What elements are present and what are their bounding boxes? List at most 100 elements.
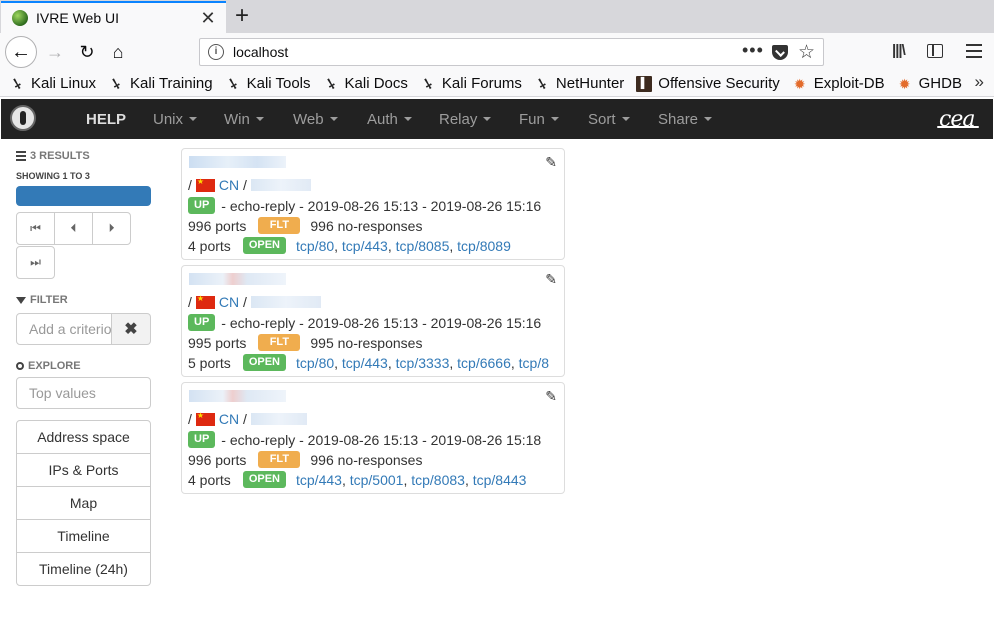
bookmark-label: Offensive Security <box>658 75 780 92</box>
port-link[interactable]: tcp/8083 <box>411 472 465 488</box>
bookmark-kali-training[interactable]: ⸸ Kali Training <box>99 72 216 96</box>
filter-row: Add a criterion ✖ <box>16 313 151 345</box>
bookmarks-toolbar: ⸸ Kali Linux ⸸ Kali Training ⸸ Kali Tool… <box>0 71 994 97</box>
address-space-button[interactable]: Address space <box>16 420 151 454</box>
port-link[interactable]: tcp/80 <box>296 355 334 371</box>
port-link[interactable]: tcp/80 <box>296 238 334 254</box>
ips-ports-button[interactable]: IPs & Ports <box>16 453 151 487</box>
pencil-icon[interactable]: ✎ <box>545 388 557 405</box>
status-badge[interactable]: UP <box>188 197 216 214</box>
home-button[interactable]: ⌂ <box>103 37 133 67</box>
kali-dragon-icon: ⸸ <box>10 74 24 93</box>
bookmark-star-icon[interactable]: ☆ <box>798 41 815 64</box>
bookmark-label: NetHunter <box>555 75 625 92</box>
bookmark-kali-linux[interactable]: ⸸ Kali Linux <box>0 72 99 96</box>
menu-web[interactable]: Web <box>293 99 338 139</box>
pencil-icon[interactable]: ✎ <box>545 154 557 171</box>
status-badge[interactable]: UP <box>188 314 216 331</box>
pocket-icon[interactable] <box>772 45 788 60</box>
port-link[interactable]: tcp/6666 <box>457 355 511 371</box>
caret-down-icon <box>329 117 338 121</box>
browser-window: IVRE Web UI ✕ + ← → ↻ ⌂ i localhost ••• … <box>0 0 994 619</box>
kali-dragon-icon: ⸸ <box>323 74 338 93</box>
caret-down-icon <box>550 117 559 121</box>
showing-range: SHOWING 1 TO 3 <box>16 171 90 181</box>
skip-backward-icon: ⏮ <box>30 221 41 235</box>
clear-filter-button[interactable]: ✖ <box>112 313 151 345</box>
help-link[interactable]: HELP <box>86 99 126 139</box>
menu-unix[interactable]: Unix <box>153 99 198 139</box>
search-icon <box>16 362 24 370</box>
timeline-button[interactable]: Timeline <box>16 519 151 553</box>
forward-button[interactable]: → <box>40 37 70 67</box>
open-badge[interactable]: OPEN <box>242 471 286 488</box>
location-line: /CN / <box>188 411 307 427</box>
bookmark-kali-tools[interactable]: ⸸ Kali Tools <box>216 72 314 96</box>
last-page-button[interactable]: ⏭ <box>16 246 55 279</box>
filter-icon <box>16 296 26 304</box>
page-actions-icon[interactable]: ••• <box>742 40 764 61</box>
port-link[interactable]: tcp/5001 <box>350 472 404 488</box>
next-page-button[interactable]: ⏵ <box>92 212 131 245</box>
top-values-input[interactable]: Top values <box>16 377 151 409</box>
library-icon[interactable]: |||\ <box>892 42 906 59</box>
info-icon[interactable]: i <box>208 44 224 60</box>
bookmark-kali-forums[interactable]: ⸸ Kali Forums <box>411 72 525 96</box>
new-tab-button[interactable]: + <box>231 3 253 29</box>
filtered-badge[interactable]: FLT <box>258 451 301 468</box>
step-backward-icon: ⏴ <box>70 221 77 235</box>
explore-heading: EXPLORE <box>16 360 151 372</box>
chevron-double-right-icon[interactable]: » <box>975 72 984 92</box>
caret-down-icon <box>403 117 412 121</box>
close-tab-icon[interactable]: ✕ <box>198 8 218 29</box>
open-badge[interactable]: OPEN <box>242 354 286 371</box>
bookmark-exploit-db[interactable]: ✹ Exploit-DB <box>783 72 888 96</box>
map-button[interactable]: Map <box>16 486 151 520</box>
port-link[interactable]: tcp/443 <box>342 238 388 254</box>
status-badge[interactable]: UP <box>188 431 216 448</box>
pencil-icon[interactable]: ✎ <box>545 271 557 288</box>
menu-share[interactable]: Share <box>658 99 713 139</box>
country-link[interactable]: CN <box>219 294 239 310</box>
tab-ivre[interactable]: IVRE Web UI ✕ <box>1 1 226 33</box>
reload-button[interactable]: ↻ <box>72 37 102 67</box>
country-link[interactable]: CN <box>219 177 239 193</box>
previous-page-button[interactable]: ⏴ <box>54 212 93 245</box>
sidebar-toggle-icon[interactable] <box>927 44 943 58</box>
url-text[interactable]: localhost <box>233 44 288 60</box>
bookmark-ghdb[interactable]: ✹ GHDB <box>888 72 965 96</box>
first-page-button[interactable]: ⏮ <box>16 212 55 245</box>
filtered-badge[interactable]: FLT <box>258 334 301 351</box>
port-link[interactable]: tcp/8089 <box>457 238 511 254</box>
port-link[interactable]: tcp/443 <box>296 472 342 488</box>
scan-times: 2019-08-26 15:13 - 2019-08-26 15:18 <box>307 431 542 448</box>
caret-down-icon <box>704 117 713 121</box>
hamburger-menu-icon[interactable] <box>966 44 982 58</box>
menu-win[interactable]: Win <box>224 99 264 139</box>
menu-sort[interactable]: Sort <box>588 99 630 139</box>
menu-fun[interactable]: Fun <box>519 99 559 139</box>
port-link[interactable]: tcp/8 <box>519 355 549 371</box>
filtered-badge[interactable]: FLT <box>258 217 301 234</box>
port-link[interactable]: tcp/3333 <box>396 355 450 371</box>
filter-input[interactable]: Add a criterion <box>16 313 112 345</box>
results-progress-bar <box>16 186 151 206</box>
port-link[interactable]: tcp/443 <box>342 355 388 371</box>
url-bar[interactable]: i localhost ••• ☆ <box>199 38 824 66</box>
port-link[interactable]: tcp/8085 <box>396 238 450 254</box>
menu-relay[interactable]: Relay <box>439 99 492 139</box>
port-link[interactable]: tcp/8443 <box>473 472 527 488</box>
ivre-logo-icon[interactable] <box>10 105 36 131</box>
bookmark-kali-docs[interactable]: ⸸ Kali Docs <box>314 72 411 96</box>
home-icon: ⌂ <box>112 41 124 62</box>
back-button[interactable]: ← <box>5 36 37 68</box>
country-link[interactable]: CN <box>219 411 239 427</box>
cea-logo[interactable]: cea <box>936 107 980 132</box>
list-icon <box>16 151 26 161</box>
bookmark-offensive-security[interactable]: ▌ Offensive Security <box>627 72 782 96</box>
bookmark-nethunter[interactable]: ⸸ NetHunter <box>525 72 627 96</box>
open-badge[interactable]: OPEN <box>242 237 286 254</box>
menu-auth[interactable]: Auth <box>367 99 412 139</box>
timeline-24h-button[interactable]: Timeline (24h) <box>16 552 151 586</box>
caret-down-icon <box>483 117 492 121</box>
